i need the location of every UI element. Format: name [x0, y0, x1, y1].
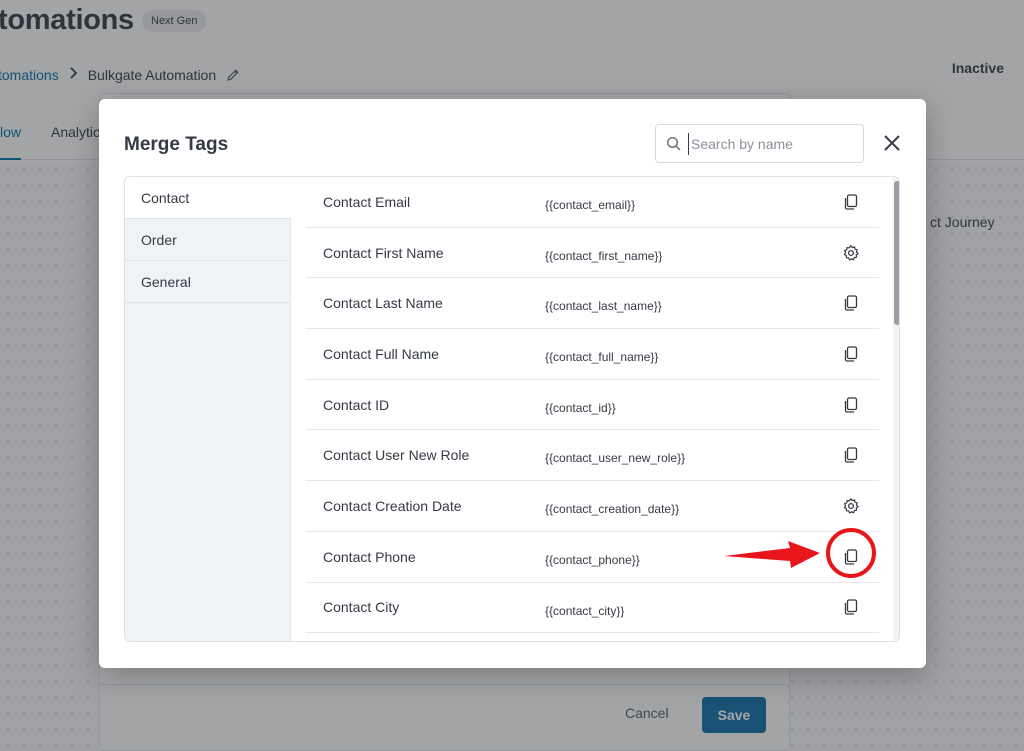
- close-icon: [884, 135, 900, 151]
- merge-tag-label: Contact Last Name: [323, 295, 443, 312]
- merge-tag-code: {{contact_full_name}}: [545, 350, 659, 365]
- settings-button[interactable]: [841, 243, 861, 263]
- copy-icon: [844, 549, 858, 565]
- merge-tag-row: Contact Full Name {{contact_full_name}}: [306, 329, 879, 380]
- search-box: [655, 124, 864, 163]
- merge-tag-row: Contact ID {{contact_id}}: [306, 380, 879, 431]
- copy-button[interactable]: [841, 395, 861, 415]
- merge-tag-label: Contact City: [323, 599, 400, 616]
- merge-tag-label: Contact ID: [323, 396, 390, 413]
- merge-tags-modal: Merge Tags Contact Order General Contact…: [99, 99, 926, 668]
- merge-tag-label: Contact First Name: [323, 244, 444, 261]
- copy-button[interactable]: [841, 597, 861, 617]
- copy-button[interactable]: [841, 547, 861, 567]
- gear-icon: [843, 244, 859, 261]
- merge-tag-row: Contact Last Name {{contact_last_name}}: [306, 278, 879, 330]
- copy-button[interactable]: [841, 192, 861, 212]
- merge-tag-row: Contact Email {{contact_email}}: [306, 177, 879, 228]
- copy-icon: [844, 396, 858, 413]
- copy-button[interactable]: [841, 344, 861, 364]
- close-button[interactable]: [881, 132, 903, 154]
- merge-tag-code: {{contact_city}}: [545, 603, 625, 618]
- copy-icon: [844, 599, 858, 615]
- merge-tag-label: Contact Email: [323, 193, 411, 210]
- copy-icon: [844, 194, 858, 210]
- merge-tag-label: Contact Phone: [323, 548, 416, 565]
- scrollbar-thumb[interactable]: [894, 181, 899, 325]
- merge-tag-code: {{contact_first_name}}: [545, 248, 663, 263]
- copy-icon: [844, 447, 858, 463]
- search-input[interactable]: [688, 132, 858, 155]
- settings-button[interactable]: [841, 496, 861, 516]
- category-general[interactable]: General: [125, 261, 290, 303]
- merge-tag-row: Contact Creation Date {{contact_creation…: [306, 481, 879, 532]
- merge-tag-list: Contact Email {{contact_email}} Contact …: [306, 177, 879, 641]
- merge-tag-row: Contact City {{contact_city}}: [306, 583, 879, 634]
- merge-tag-code: {{contact_last_name}}: [545, 299, 662, 314]
- merge-tag-code: {{contact_email}}: [545, 198, 636, 212]
- modal-title: Merge Tags: [124, 134, 229, 155]
- merge-tag-row: Contact First Name {{contact_first_name}…: [306, 228, 879, 279]
- copy-button[interactable]: [841, 445, 861, 465]
- copy-icon: [844, 346, 858, 362]
- copy-button[interactable]: [841, 293, 861, 313]
- merge-tag-code: {{contact_phone}}: [545, 552, 640, 567]
- category-contact[interactable]: Contact: [125, 177, 291, 219]
- merge-tag-code: {{contact_creation_date}}: [545, 502, 680, 517]
- merge-tags-body: Contact Order General Contact Email {{co…: [124, 176, 900, 642]
- category-order[interactable]: Order: [125, 219, 290, 261]
- copy-icon: [844, 295, 858, 311]
- merge-tag-row-highlighted: Contact Phone {{contact_phone}}: [306, 532, 879, 583]
- gear-icon: [843, 498, 859, 514]
- merge-tag-code: {{contact_user_new_role}}: [545, 451, 686, 466]
- merge-tag-label: Contact Creation Date: [323, 497, 462, 514]
- merge-tag-row: Contact User New Role {{contact_user_new…: [306, 430, 879, 482]
- merge-tag-label: Contact User New Role: [323, 447, 470, 464]
- search-icon: [666, 136, 682, 152]
- merge-tag-code: {{contact_id}}: [545, 400, 616, 415]
- category-sidebar: Contact Order General: [125, 177, 291, 641]
- merge-tag-label: Contact Full Name: [323, 345, 439, 362]
